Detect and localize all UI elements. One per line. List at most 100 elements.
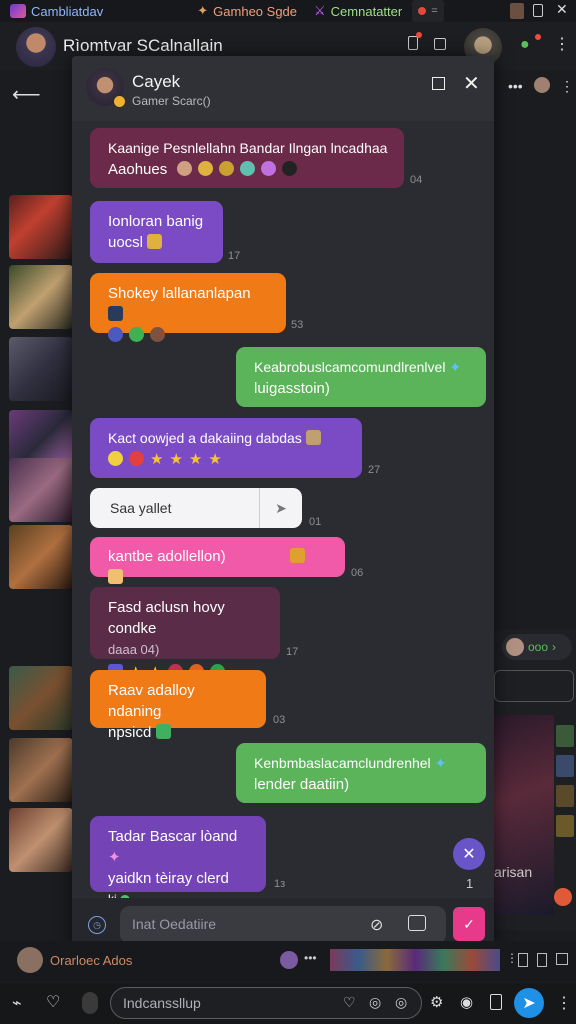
square-icon[interactable]	[434, 38, 446, 50]
emoji-icon	[108, 569, 123, 584]
clipboard-icon[interactable]	[490, 994, 502, 1010]
maximize-icon[interactable]	[432, 77, 445, 90]
message-bubble[interactable]: kantbe adollellon)	[90, 537, 345, 584]
gallery-thumb[interactable]	[9, 808, 73, 872]
message-text: kantbe adollellon)	[108, 548, 226, 565]
sticker-strip[interactable]	[330, 949, 500, 971]
dismiss-icon[interactable]: ✕	[453, 838, 485, 870]
more-vert-icon[interactable]: ⋮	[560, 78, 574, 95]
chart-icon[interactable]: ⌁	[12, 993, 22, 1013]
check-circle-icon[interactable]: ◎	[395, 994, 407, 1011]
gallery-thumb[interactable]	[9, 738, 73, 802]
bottom-bar: ⌁ ♡ Indcanssllup ♡ ◎ ◎ ⚙ ◉ ➤ ⋮	[0, 983, 576, 1024]
status-dot	[535, 34, 541, 40]
clock-icon[interactable]: ◷	[88, 916, 106, 934]
gallery-thumb[interactable]	[9, 265, 73, 329]
panel-thumb[interactable]	[556, 725, 574, 747]
small-avatar[interactable]	[534, 77, 550, 93]
footer-icon[interactable]	[280, 951, 298, 969]
panel-input[interactable]	[494, 670, 574, 702]
square-icon[interactable]	[556, 953, 568, 965]
tab-game[interactable]: ✦ Gamheo Sgde	[197, 0, 297, 22]
panel-thumb[interactable]	[556, 755, 574, 777]
message-time: 03	[273, 714, 286, 726]
telegram-icon[interactable]: ➤	[514, 988, 544, 1018]
footer-strip: Orarloec Ados ••• ⋮	[0, 941, 576, 981]
modal-header: Cayek Gamer Scarc() ✕	[72, 56, 494, 121]
close-icon[interactable]: ✕	[463, 71, 480, 96]
panel-thumb[interactable]	[556, 785, 574, 807]
camera-icon[interactable]	[408, 915, 426, 931]
message-bubble[interactable]: Tadar Bascar lòand ✦ yaidkn tèiray clerd…	[90, 816, 266, 906]
message-bubble[interactable]: Keabrobuslcamcomundlrenlvel ✦ luigasstoi…	[236, 347, 486, 407]
user-mini-avatar[interactable]	[510, 3, 524, 19]
emoji-icon	[108, 451, 123, 466]
profile-avatar[interactable]	[16, 27, 56, 67]
more-horiz-icon[interactable]: •••	[304, 951, 317, 965]
window-icon[interactable]	[518, 953, 528, 967]
emoji-icon	[198, 161, 214, 176]
message-bubble[interactable]: Fasd aclusn hovy condke daaa 04) ★★	[90, 587, 280, 681]
message-input[interactable]: Inat Oedatiire ⊘	[120, 906, 446, 944]
message-bubble[interactable]: Kact oowjed a dakaiing dabdas ★ ★ ★ ★	[90, 418, 362, 478]
emoji-icon	[155, 724, 171, 739]
panel-label: arisan	[494, 864, 533, 880]
sparkle-icon: ✦	[449, 359, 462, 375]
panel-thumb[interactable]	[556, 815, 574, 837]
notification-icon[interactable]	[408, 36, 418, 50]
link-icon[interactable]: ⊘	[370, 915, 383, 935]
more-vert-icon[interactable]: ⋮	[506, 951, 518, 965]
message-bubble[interactable]: Kenbmbaslacamclundrenhel ✦ lender daatii…	[236, 743, 486, 803]
more-horiz-icon[interactable]: •••	[508, 78, 523, 94]
location-icon[interactable]: ◉	[460, 993, 473, 1011]
message-time: 17	[286, 646, 299, 658]
sparkle-icon: ✦	[108, 849, 121, 866]
right-panel: ooo › arisan	[494, 630, 576, 930]
message-text: lender daatiin)	[254, 776, 350, 793]
heart-icon[interactable]: ♡	[46, 992, 60, 1012]
message-bubble[interactable]: Ionloran banig uocsl	[90, 201, 223, 263]
quick-reply-box[interactable]: Saa yallet ➤	[90, 488, 302, 528]
window-icon[interactable]	[533, 4, 543, 17]
message-text: Raav adalloy ndaning	[108, 682, 195, 720]
send-icon[interactable]: ➤	[260, 500, 302, 517]
settings-icon[interactable]: ⚙	[430, 993, 443, 1011]
message-bubble[interactable]: Kaanige Pesnlellahn Bandar Ilngan lncadh…	[90, 128, 404, 188]
more-vert-icon[interactable]: ⋮	[556, 993, 572, 1013]
message-time: 27	[368, 464, 381, 476]
gallery-thumb[interactable]	[9, 195, 73, 259]
footer-avatar[interactable]	[17, 947, 43, 973]
more-vert-icon[interactable]: ⋮	[554, 34, 570, 54]
send-button[interactable]: ✓	[453, 907, 485, 941]
emoji-icon	[305, 430, 321, 445]
target-icon[interactable]: ◎	[369, 994, 381, 1011]
emoji-icon	[282, 161, 298, 176]
star-icon: ★	[150, 451, 164, 468]
bottom-search[interactable]: Indcanssllup ♡ ◎ ◎	[110, 987, 422, 1019]
message-bubble[interactable]: Shokey lallananlapan	[90, 273, 286, 342]
emoji-icon	[240, 161, 256, 176]
tab-chat-label: Cemnatatter	[330, 3, 403, 19]
close-icon[interactable]: ✕	[556, 1, 568, 18]
gallery-thumb[interactable]	[9, 337, 73, 401]
heart-icon[interactable]: ♡	[343, 994, 356, 1011]
message-bubble[interactable]: Raav adalloy ndaning npsicd	[90, 670, 266, 741]
emoji-icon	[147, 234, 163, 249]
message-text: Keabrobuslcamcomundlrenlvel	[254, 359, 446, 375]
gallery-thumb[interactable]	[9, 666, 73, 730]
emoji-icon	[129, 451, 144, 466]
tab-extra[interactable]: =	[412, 0, 444, 22]
message-text: daaa 04)	[108, 642, 160, 657]
panel-action-icon[interactable]	[554, 888, 572, 906]
status-pill[interactable]: ooo ›	[502, 634, 572, 660]
back-arrow-icon[interactable]: ⟵	[12, 82, 41, 107]
panel-image	[494, 715, 554, 915]
tab-chat[interactable]: ⚔ Cemnatatter	[314, 0, 402, 22]
message-input-placeholder: Inat Oedatiire	[132, 916, 217, 932]
user-add-icon[interactable]: ●	[520, 36, 530, 54]
gallery-thumb[interactable]	[9, 458, 73, 522]
tab-app[interactable]: Cambliatdav	[10, 0, 103, 22]
gallery-thumb[interactable]	[9, 525, 73, 589]
mic-icon[interactable]	[82, 992, 98, 1014]
window-icon[interactable]	[537, 953, 547, 967]
